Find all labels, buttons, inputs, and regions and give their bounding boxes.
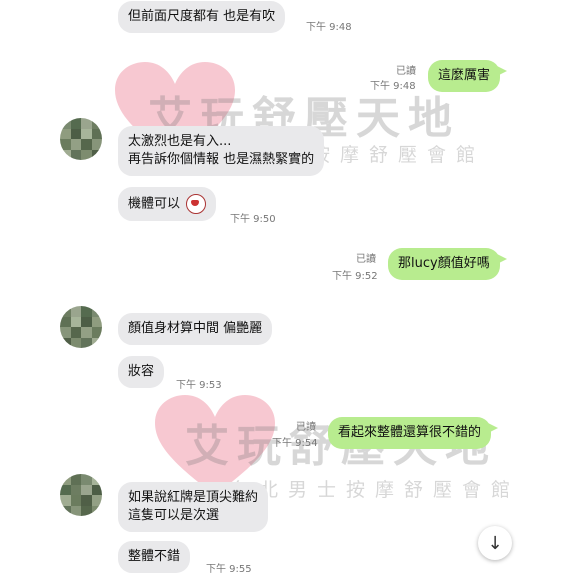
message-time: 下午 9:55 [206, 564, 252, 575]
message-time: 下午 9:48 [306, 22, 352, 33]
message-bubble-incoming[interactable]: 機體可以 [118, 187, 217, 221]
message-time: 下午 9:54 [272, 438, 318, 449]
message-bubble-incoming[interactable]: 顏值身材算中間 偏艷麗 [118, 313, 273, 345]
message-time: 下午 9:50 [230, 214, 276, 225]
message-text-line: 再告訴你個情報 也是濕熱緊實的 [128, 152, 315, 167]
message-time: 下午 9:48 [370, 81, 416, 92]
message-bubble-incoming[interactable]: 但前面尺度都有 也是有吹 [118, 1, 286, 33]
avatar[interactable] [60, 306, 102, 348]
watermark-bottom: 艾玩舒壓天地 台北男士按摩舒壓會館 [30, 380, 530, 580]
arrow-down-icon: ↓ [487, 532, 503, 554]
message-text: 但前面尺度都有 也是有吹 [128, 9, 276, 24]
chat-window: 艾玩舒壓天地 台北男士按摩舒壓會館 艾玩舒壓天地 台北男士按摩舒壓會館 但前面尺… [30, 0, 530, 580]
message-text: 這麼厲害 [438, 68, 491, 83]
avatar[interactable] [60, 474, 102, 516]
message-text-line: 太激烈也是有入... [128, 134, 232, 149]
message-bubble-incoming[interactable]: 太激烈也是有入... 再告訴你個情報 也是濕熱緊實的 [118, 126, 325, 176]
message-text-line: 如果說紅牌是頂尖難約 [128, 490, 259, 505]
message-text: 整體不錯 [128, 549, 181, 564]
scroll-to-bottom-button[interactable]: ↓ [478, 526, 512, 560]
message-text: 妝容 [128, 364, 155, 379]
read-receipt: 已讀 [356, 254, 376, 265]
message-bubble-incoming[interactable]: 妝容 [118, 356, 165, 388]
message-text: 看起來整體還算很不錯的 [338, 425, 482, 440]
sticker-face-icon [186, 194, 207, 214]
message-bubble-incoming[interactable]: 整體不錯 [118, 541, 191, 573]
message-time: 下午 9:52 [332, 271, 378, 282]
message-bubble-incoming[interactable]: 如果說紅牌是頂尖難約 這隻可以是次選 [118, 482, 269, 532]
read-receipt: 已讀 [396, 66, 416, 77]
message-bubble-outgoing[interactable]: 這麼厲害 [428, 60, 508, 92]
message-bubble-outgoing[interactable]: 那lucy顏值好嗎 [388, 248, 507, 280]
message-text: 機體可以 [128, 196, 181, 212]
watermark-subtitle: 台北男士按摩舒壓會館 [230, 479, 521, 501]
message-bubble-outgoing[interactable]: 看起來整體還算很不錯的 [328, 417, 499, 449]
message-text: 那lucy顏值好嗎 [398, 256, 490, 271]
avatar[interactable] [60, 118, 102, 160]
message-text: 顏值身材算中間 偏艷麗 [128, 321, 263, 336]
message-time: 下午 9:53 [176, 380, 222, 391]
read-receipt: 已讀 [296, 422, 316, 433]
message-text-line: 這隻可以是次選 [128, 508, 220, 523]
